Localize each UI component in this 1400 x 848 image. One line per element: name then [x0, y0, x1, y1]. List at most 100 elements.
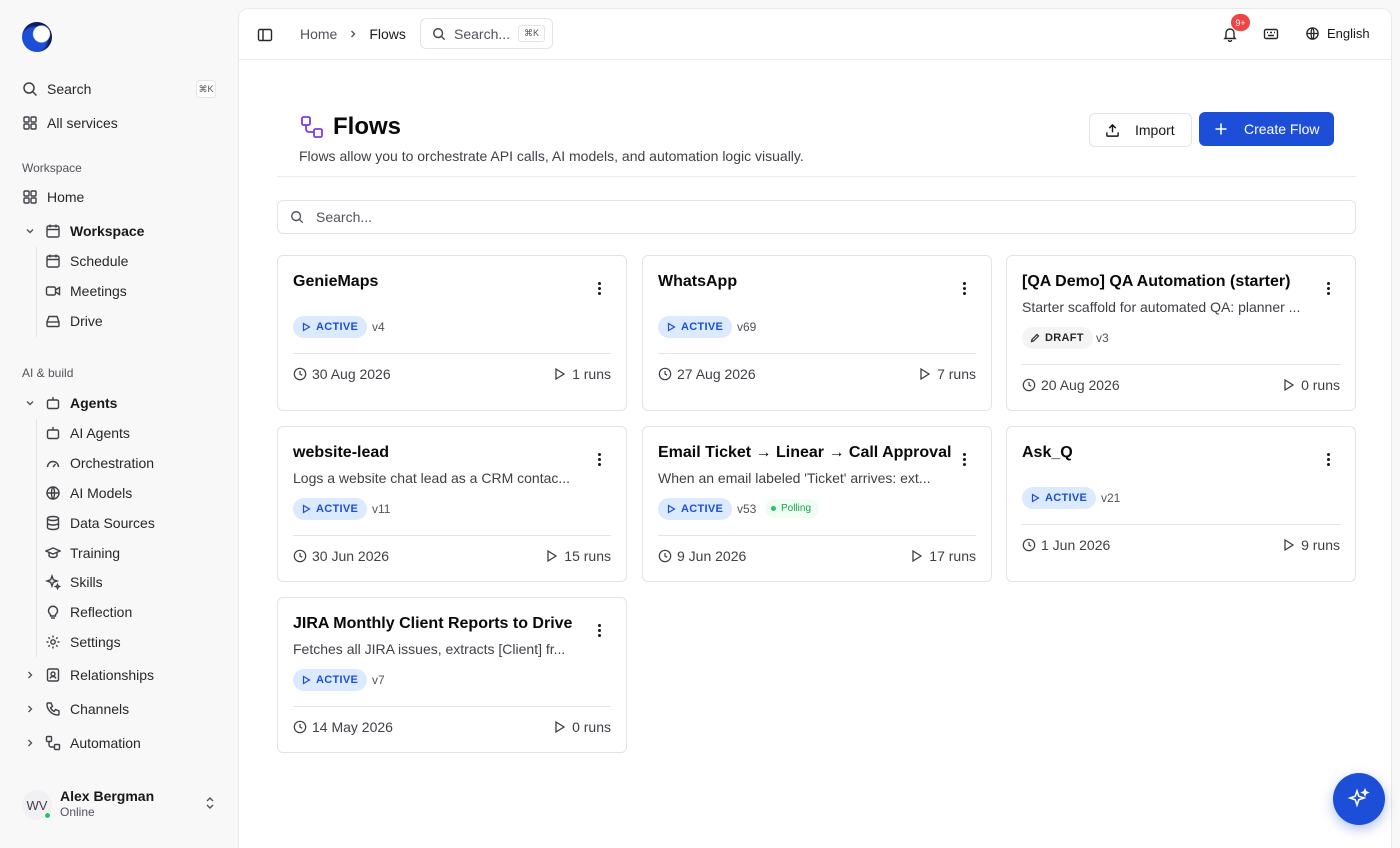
flows-search-input[interactable]: Search...: [277, 200, 1356, 234]
polling-label: Polling: [781, 503, 812, 514]
flow-runs: 1 runs: [553, 366, 611, 382]
chevron-right-icon[interactable]: [24, 669, 36, 681]
flow-runs-label: 17 runs: [929, 548, 976, 564]
flow-date-label: 30 Aug 2026: [312, 366, 391, 382]
page-subtitle: Flows allow you to orchestrate API calls…: [299, 148, 804, 164]
status-label: DRAFT: [1045, 332, 1084, 344]
status-badge: ACTIVE: [1022, 487, 1097, 509]
status-badge: ACTIVE: [658, 316, 733, 338]
flow-date-label: 1 Jun 2026: [1041, 537, 1111, 553]
sidebar-item-data-sources[interactable]: Data Sources: [45, 509, 155, 537]
breadcrumb: Home Flows: [300, 26, 406, 42]
sidebar-item-training[interactable]: Training: [45, 539, 120, 567]
card-footer: 20 Aug 2026 0 runs: [1022, 377, 1340, 395]
page-title: Flows: [333, 113, 402, 140]
app-logo[interactable]: [22, 22, 52, 52]
sidebar-item-ai-agents[interactable]: AI Agents: [45, 419, 130, 447]
flow-card[interactable]: WhatsApp ACTIVE v69 27 Aug 2026 7 runs: [642, 255, 992, 411]
sidebar-item-skills[interactable]: Skills: [45, 568, 103, 596]
chevron-right-icon[interactable]: [24, 703, 36, 715]
status-badge: ACTIVE: [293, 669, 368, 691]
sidebar-group-channels[interactable]: Channels: [45, 695, 129, 723]
tree-line: [36, 419, 37, 657]
sidebar-item-all-services[interactable]: All services: [22, 109, 118, 137]
card-footer: 27 Aug 2026 7 runs: [658, 366, 976, 384]
play-icon: [302, 504, 311, 514]
sidebar-item-schedule[interactable]: Schedule: [45, 247, 128, 275]
status-label: ACTIVE: [316, 674, 359, 686]
flow-runs-label: 9 runs: [1301, 537, 1340, 553]
flow-runs: 0 runs: [1282, 377, 1340, 393]
card-divider: [293, 353, 611, 354]
more-options-icon[interactable]: [963, 453, 967, 467]
chevrons-up-down-icon[interactable]: [203, 796, 217, 810]
flow-name: WhatsApp: [658, 273, 738, 290]
main-panel: Home Flows Search... ⌘K 9+ English Flows…: [238, 8, 1392, 848]
more-options-icon[interactable]: [598, 624, 602, 638]
user-profile[interactable]: WV Alex Bergman Online: [22, 788, 222, 820]
globe-icon: [1306, 27, 1319, 40]
flow-name: Email Ticket → Linear → Call Approval: [658, 444, 952, 461]
clock-icon: [658, 549, 672, 563]
flow-card[interactable]: JIRA Monthly Client Reports to Drive Fetc…: [277, 597, 627, 753]
sidebar-group-relationships[interactable]: Relationships: [45, 661, 154, 689]
status-badge: ACTIVE: [293, 316, 368, 338]
user-status: Online: [60, 805, 95, 819]
flow-date-label: 27 Aug 2026: [677, 366, 756, 382]
flow-runs-label: 0 runs: [572, 719, 611, 735]
flow-card[interactable]: Email Ticket → Linear → Call Approval Whe…: [642, 426, 992, 582]
flow-runs-label: 15 runs: [564, 548, 611, 564]
sidebar-item-drive[interactable]: Drive: [45, 307, 103, 335]
breadcrumb-home[interactable]: Home: [300, 26, 337, 42]
sidebar-item-settings[interactable]: Settings: [45, 628, 121, 656]
flow-date: 20 Aug 2026: [1022, 377, 1120, 393]
more-options-icon[interactable]: [1327, 453, 1331, 467]
play-icon: [667, 504, 676, 514]
card-footer: 30 Jun 2026 15 runs: [293, 548, 611, 566]
sidebar-item-meetings[interactable]: Meetings: [45, 277, 127, 305]
sidebar-group-label: Agents: [70, 395, 118, 411]
keyboard-icon[interactable]: [1263, 26, 1279, 42]
sidebar-item-home[interactable]: Home: [22, 183, 84, 211]
status-label: ACTIVE: [681, 503, 724, 515]
create-flow-label: Create Flow: [1244, 121, 1320, 137]
sidebar-group-agents[interactable]: Agents: [45, 389, 117, 417]
sidebar-item-label: Drive: [70, 313, 103, 329]
chevron-down-icon[interactable]: [24, 225, 36, 237]
flow-runs: 9 runs: [1282, 537, 1340, 553]
flow-date-label: 20 Aug 2026: [1041, 377, 1120, 393]
more-options-icon[interactable]: [598, 453, 602, 467]
sidebar-item-label: Reflection: [70, 604, 133, 620]
sidebar-group-automation[interactable]: Automation: [45, 729, 141, 757]
sidebar-item-reflection[interactable]: Reflection: [45, 598, 132, 626]
more-options-icon[interactable]: [963, 282, 967, 296]
ai-assistant-button[interactable]: [1333, 773, 1385, 825]
play-icon: [1031, 493, 1040, 503]
language-selector[interactable]: English: [1305, 26, 1370, 41]
more-options-icon[interactable]: [1327, 282, 1331, 296]
top-search-input[interactable]: Search... ⌘K: [420, 18, 553, 49]
import-button[interactable]: Import: [1089, 113, 1192, 147]
chevron-right-icon[interactable]: [24, 737, 36, 749]
flow-card[interactable]: website-lead Logs a website chat lead as …: [277, 426, 627, 582]
bot-icon: [46, 397, 60, 410]
gear-icon: [46, 635, 60, 649]
sidebar-item-orchestration[interactable]: Orchestration: [45, 449, 154, 477]
flow-runs-label: 1 runs: [572, 366, 611, 382]
sidebar-toggle-icon[interactable]: [257, 27, 273, 43]
flow-description: When an email labeled 'Ticket' arrives: …: [658, 470, 931, 486]
more-options-icon[interactable]: [598, 282, 602, 296]
flow-card[interactable]: Ask_Q ACTIVE v21 1 Jun 2026 9 runs: [1006, 426, 1356, 582]
flow-card[interactable]: [QA Demo] QA Automation (starter) Starter…: [1006, 255, 1356, 411]
polling-badge: Polling: [765, 499, 820, 518]
sidebar-item-label: Meetings: [70, 283, 127, 299]
sidebar-group-workspace[interactable]: Workspace: [45, 217, 144, 245]
sidebar-item-ai-models[interactable]: AI Models: [45, 479, 132, 507]
flow-card[interactable]: GenieMaps ACTIVE v4 30 Aug 2026 1 runs: [277, 255, 627, 411]
flow-description: Fetches all JIRA issues, extracts [Clien…: [293, 641, 566, 657]
sidebar-item-label: Schedule: [70, 253, 129, 269]
chevron-down-icon[interactable]: [24, 397, 36, 409]
section-label-ai: AI & build: [22, 366, 74, 380]
sidebar-search[interactable]: Search: [22, 75, 91, 103]
create-flow-button[interactable]: Create Flow: [1199, 112, 1334, 146]
